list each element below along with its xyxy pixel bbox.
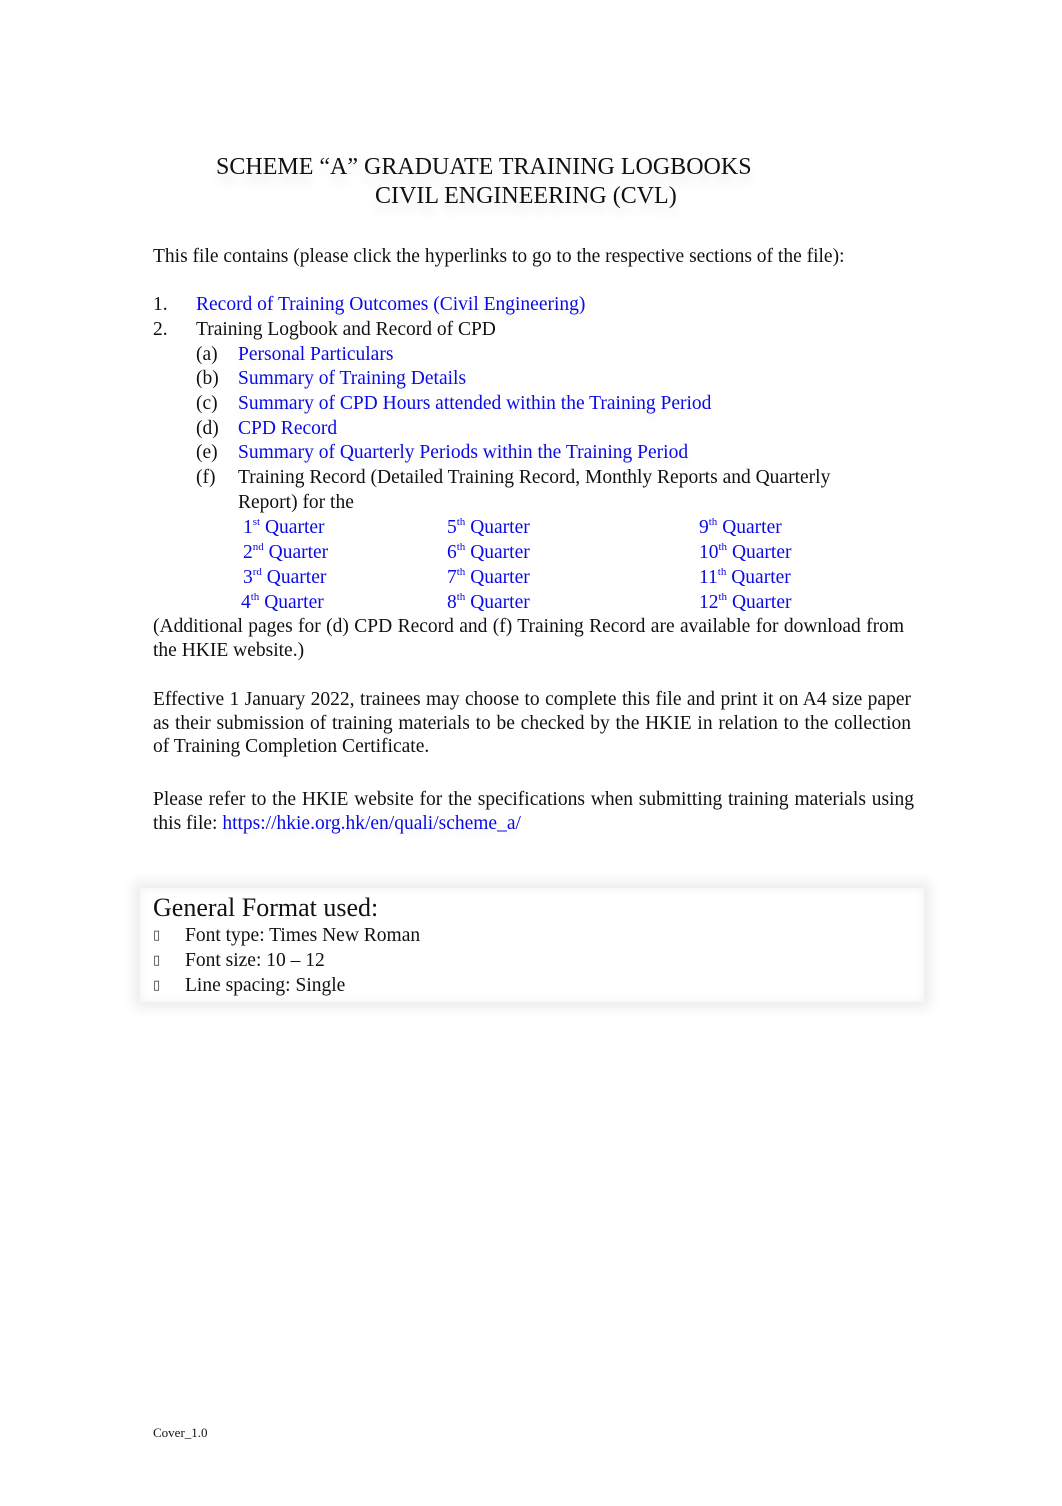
document-title-line-1: SCHEME “A” GRADUATE TRAINING LOGBOOKS [216, 154, 752, 180]
effective-date-note: Effective 1 January 2022, trainees may c… [153, 689, 911, 757]
bullet-icon: ▯ [153, 978, 161, 993]
link-cpd-record[interactable]: CPD Record [238, 417, 337, 441]
link-quarter-2[interactable]: 2nd Quarter [243, 541, 328, 565]
subitem-letter: (e) [196, 442, 218, 463]
subitem-letter: (c) [196, 393, 218, 414]
link-quarter-9[interactable]: 9th Quarter [699, 516, 782, 540]
link-record-of-training-outcomes[interactable]: Record of Training Outcomes (Civil Engin… [196, 293, 585, 317]
subitem-letter: (f) [196, 467, 216, 488]
additional-pages-note: (Additional pages for (d) CPD Record and… [153, 616, 904, 661]
subitem-label-line-1: Training Record (Detailed Training Recor… [238, 467, 831, 488]
link-quarter-12[interactable]: 12th Quarter [699, 591, 792, 615]
subitem-letter: (a) [196, 344, 218, 365]
bullet-icon: ▯ [153, 928, 161, 943]
refer-website-note: Please refer to the HKIE website for the… [153, 788, 914, 835]
item-number: 2. [153, 319, 168, 340]
link-personal-particulars[interactable]: Personal Particulars [238, 343, 393, 367]
link-summary-of-cpd-hours[interactable]: Summary of CPD Hours attended within the… [238, 392, 711, 416]
link-quarter-4[interactable]: 4th Quarter [241, 591, 324, 615]
hkie-website-link[interactable]: https://hkie.org.hk/en/quali/scheme_a/ [222, 813, 521, 834]
subitem-label-line-2: Report) for the [238, 492, 354, 513]
link-quarter-5[interactable]: 5th Quarter [447, 516, 530, 540]
link-quarter-8[interactable]: 8th Quarter [447, 591, 530, 615]
link-summary-of-quarterly-periods[interactable]: Summary of Quarterly Periods within the … [238, 441, 688, 465]
link-quarter-10[interactable]: 10th Quarter [699, 541, 792, 565]
document-page: SCHEME “A” GRADUATE TRAINING LOGBOOKS CI… [0, 0, 1062, 1506]
subitem-letter: (b) [196, 368, 219, 389]
subitem-letter: (d) [196, 418, 219, 439]
page-footer-version: Cover_1.0 [153, 1425, 208, 1440]
bullet-icon: ▯ [153, 953, 161, 968]
item-label: Training Logbook and Record of CPD [196, 319, 496, 340]
link-quarter-7[interactable]: 7th Quarter [447, 566, 530, 590]
item-number: 1. [153, 294, 168, 315]
general-format-title: General Format used: [153, 893, 379, 922]
link-quarter-11[interactable]: 11th Quarter [699, 566, 791, 590]
link-summary-of-training-details[interactable]: Summary of Training Details [238, 367, 466, 391]
link-quarter-6[interactable]: 6th Quarter [447, 541, 530, 565]
document-title-line-2: CIVIL ENGINEERING (CVL) [375, 183, 677, 209]
link-quarter-3[interactable]: 3rd Quarter [243, 566, 326, 590]
intro-paragraph: This file contains (please click the hyp… [153, 246, 845, 267]
link-quarter-1[interactable]: 1st Quarter [243, 516, 325, 540]
